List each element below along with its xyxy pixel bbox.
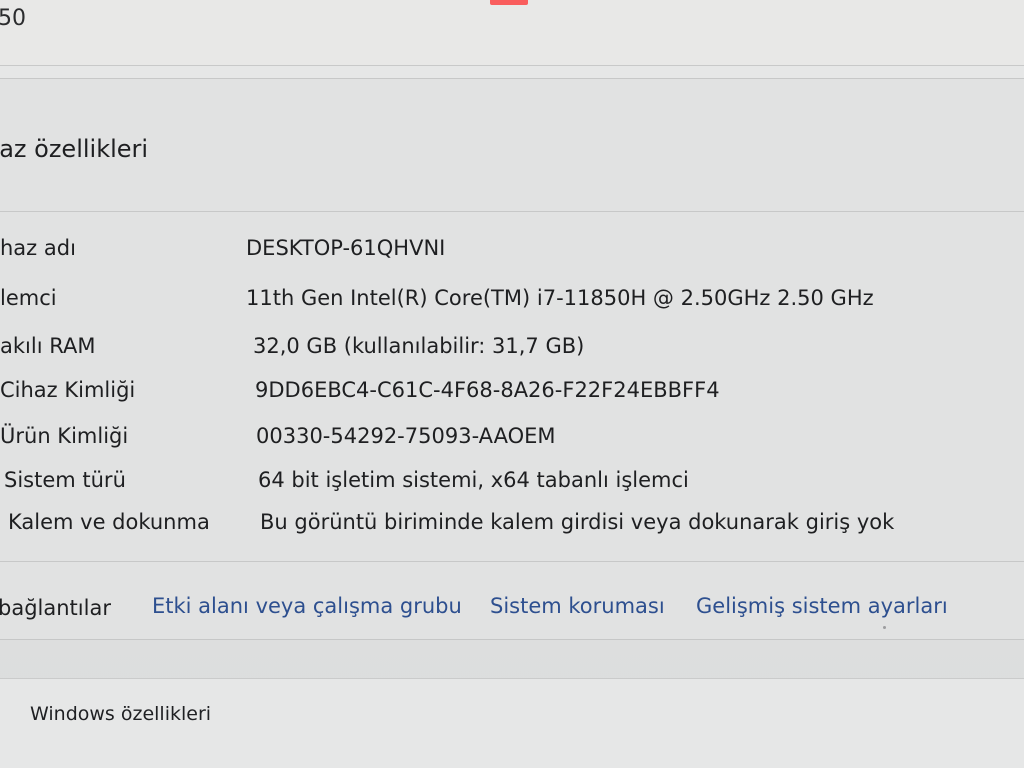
device-specifications-title: haz özellikleri [0, 135, 149, 163]
pen-touch-value[interactable]: Bu görüntü biriminde kalem girdisi veya … [260, 507, 894, 537]
device-name-value[interactable]: DESKTOP-61QHVNI [246, 233, 445, 263]
processor-value[interactable]: 11th Gen Intel(R) Core(TM) i7-11850H @ 2… [246, 283, 874, 313]
dot-mark [883, 626, 886, 629]
specifications-divider [0, 211, 1024, 212]
system-type-label: Sistem türü [4, 468, 126, 492]
device-id-value[interactable]: 9DD6EBC4-C61C-4F68-8A26-F22F24EBBFF4 [255, 375, 720, 405]
top-number-fragment: 50 [0, 6, 26, 31]
domain-workgroup-link[interactable]: Etki alanı veya çalışma grubu [152, 591, 462, 621]
previous-settings-card: 50 [0, 0, 1024, 66]
installed-ram-label: akılı RAM [0, 334, 96, 358]
system-type-value[interactable]: 64 bit işletim sistemi, x64 tabanlı işle… [258, 465, 689, 495]
system-protection-link[interactable]: Sistem koruması [490, 591, 665, 621]
processor-row: lemci 11th Gen Intel(R) Core(TM) i7-1185… [0, 283, 1024, 313]
installed-ram-row: akılı RAM 32,0 GB (kullanılabilir: 31,7 … [0, 331, 1024, 361]
advanced-system-settings-link[interactable]: Gelişmiş sistem ayarları [696, 591, 948, 621]
related-links-label: bağlantılar [0, 596, 111, 620]
device-name-row: haz adı DESKTOP-61QHVNI [0, 233, 1024, 263]
processor-label: lemci [0, 286, 57, 310]
related-links-divider [0, 561, 1024, 562]
windows-specifications-card[interactable]: Windows özellikleri [0, 678, 1024, 768]
product-id-value[interactable]: 00330-54292-75093-AAOEM [256, 421, 556, 451]
device-id-label: Cihaz Kimliği [0, 378, 136, 402]
device-name-label: haz adı [0, 236, 76, 260]
pen-touch-row: Kalem ve dokunma Bu görüntü biriminde ka… [0, 507, 1024, 537]
product-id-label: Ürün Kimliği [0, 424, 129, 448]
installed-ram-value[interactable]: 32,0 GB (kullanılabilir: 31,7 GB) [253, 331, 584, 361]
system-type-row: Sistem türü 64 bit işletim sistemi, x64 … [0, 465, 1024, 495]
red-mark-decoration [490, 0, 528, 5]
product-id-row: Ürün Kimliği 00330-54292-75093-AAOEM [0, 421, 1024, 451]
windows-specifications-title[interactable]: Windows özellikleri [30, 703, 211, 725]
device-specifications-card: haz özellikleri haz adı DESKTOP-61QHVNI … [0, 78, 1024, 640]
device-id-row: Cihaz Kimliği 9DD6EBC4-C61C-4F68-8A26-F2… [0, 375, 1024, 405]
pen-touch-label: Kalem ve dokunma [8, 510, 210, 534]
